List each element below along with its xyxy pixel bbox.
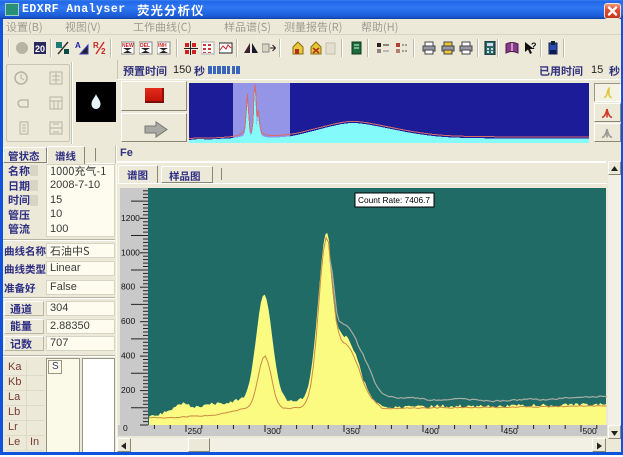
svg-text:450: 450: [504, 426, 518, 436]
svg-text:400: 400: [121, 351, 135, 361]
svg-text:600: 600: [121, 316, 135, 326]
svg-text:500: 500: [583, 426, 597, 436]
svg-text:800: 800: [121, 282, 135, 292]
svg-text:1200: 1200: [121, 213, 140, 223]
svg-text:Count Rate: 7406.7: Count Rate: 7406.7: [358, 195, 430, 205]
svg-text:0: 0: [123, 423, 128, 433]
svg-text:1000: 1000: [121, 247, 140, 257]
svg-text:200: 200: [121, 385, 135, 395]
svg-text:250: 250: [188, 426, 202, 436]
svg-text:400: 400: [425, 426, 439, 436]
svg-text:300: 300: [267, 426, 281, 436]
svg-text:350: 350: [346, 426, 360, 436]
